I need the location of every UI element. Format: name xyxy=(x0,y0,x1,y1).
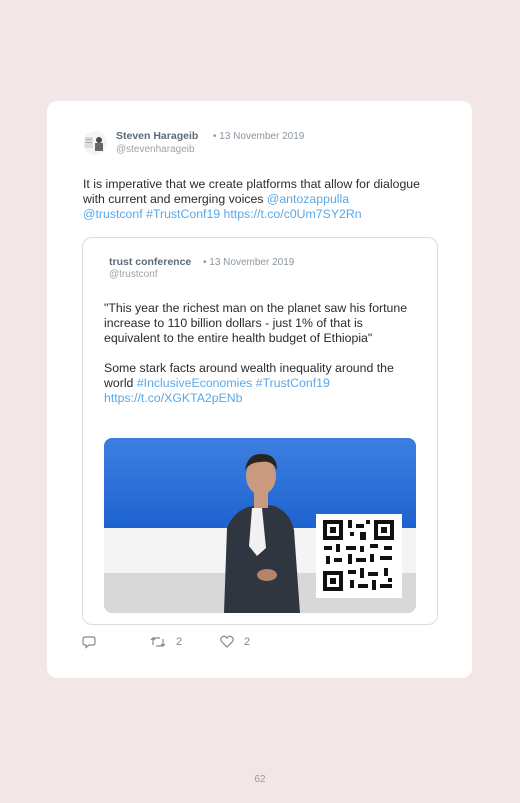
author-name[interactable]: Steven Harageib xyxy=(116,130,198,142)
like-icon xyxy=(220,635,234,648)
hashtag-link[interactable]: #TrustConf19 xyxy=(256,376,330,390)
quoted-author-name[interactable]: trust conference xyxy=(109,256,191,268)
tweet-text: It is imperative that we create platform… xyxy=(83,177,443,222)
tweet-actions: 2 2 xyxy=(82,635,332,651)
mention-link[interactable]: @antozappulla xyxy=(267,192,349,206)
author-handle[interactable]: @stevenharageib xyxy=(116,144,195,155)
url-link[interactable]: https://t.co/c0Um7SY2Rn xyxy=(224,207,362,221)
tweet-body: It is imperative that we create platform… xyxy=(83,177,420,206)
mention-link[interactable]: @trustconf xyxy=(83,207,143,221)
page-number: 62 xyxy=(254,774,266,785)
retweet-icon xyxy=(150,637,166,647)
tweet-date: • 13 November 2019 xyxy=(213,131,305,142)
like-button[interactable]: 2 xyxy=(220,635,250,648)
qr-code-icon xyxy=(316,514,402,598)
reply-icon xyxy=(82,636,96,649)
quoted-paragraph: Some stark facts around wealth inequalit… xyxy=(104,361,414,406)
media-image[interactable] xyxy=(104,438,416,613)
quoted-text: "This year the richest man on the planet… xyxy=(104,301,414,406)
tweet-card: Steven Harageib • 13 November 2019 @stev… xyxy=(47,101,472,678)
quoted-date: • 13 November 2019 xyxy=(203,257,295,268)
retweet-count: 2 xyxy=(176,636,183,648)
quoted-paragraph: "This year the richest man on the planet… xyxy=(104,301,408,345)
quoted-tweet[interactable]: trust conference • 13 November 2019 @tru… xyxy=(82,237,438,625)
like-count: 2 xyxy=(244,635,251,648)
hashtag-link[interactable]: #InclusiveEconomies xyxy=(137,376,253,390)
quoted-handle[interactable]: @trustconf xyxy=(109,269,158,280)
retweet-button[interactable]: 2 xyxy=(150,635,182,649)
hashtag-link[interactable]: #TrustConf19 xyxy=(146,207,220,221)
author-avatar[interactable] xyxy=(83,131,107,155)
url-link[interactable]: https://t.co/XGKTA2pENb xyxy=(104,391,243,405)
reply-button[interactable] xyxy=(82,635,106,649)
